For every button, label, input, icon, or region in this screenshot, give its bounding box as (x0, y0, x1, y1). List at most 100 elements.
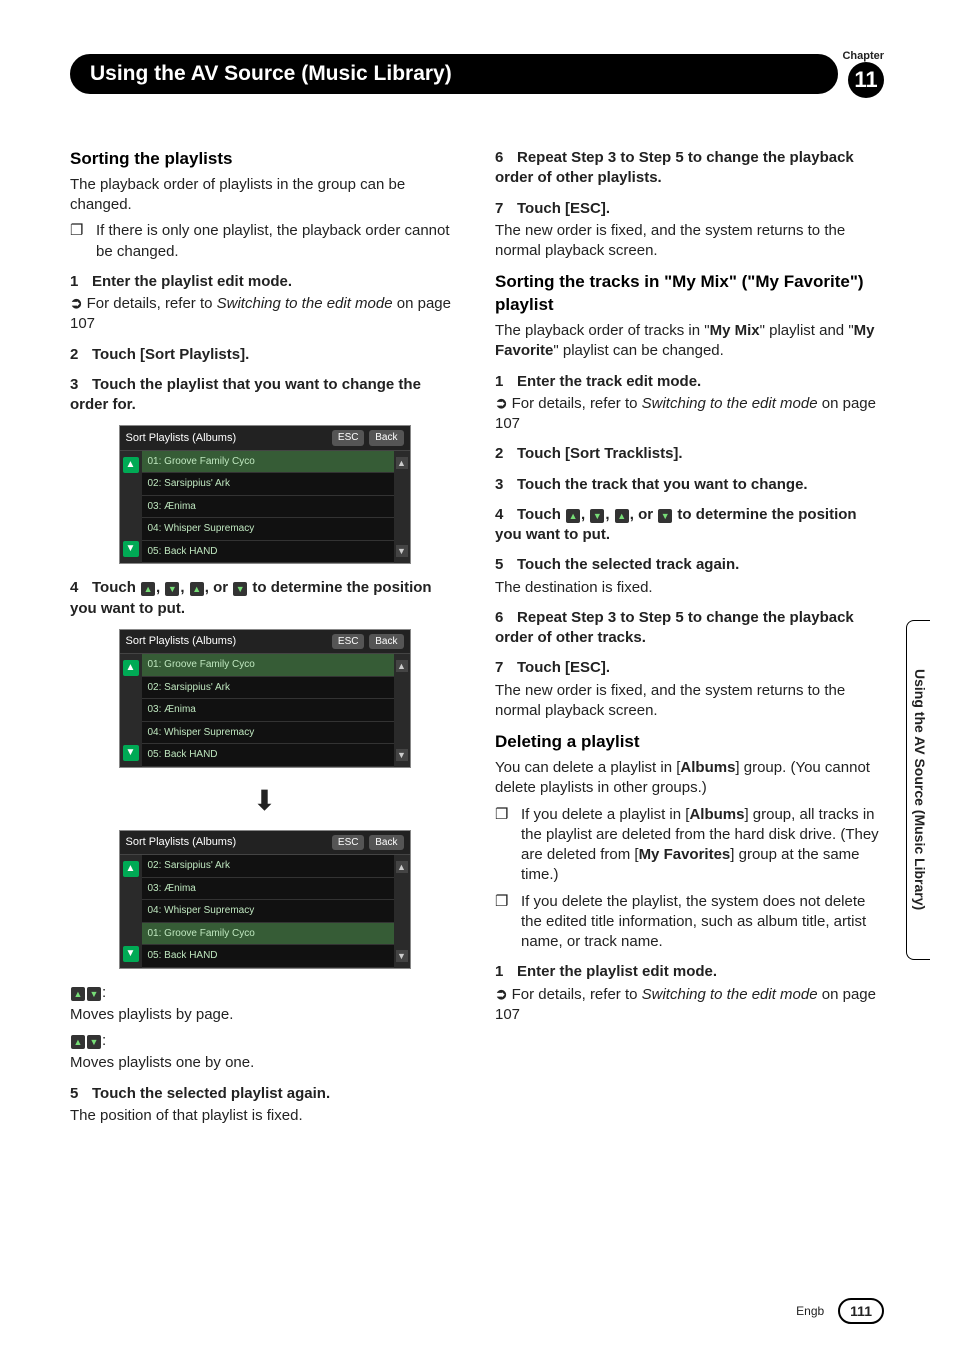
list-item[interactable]: 01: Groove Family Cyco (142, 451, 394, 474)
step-2: 2Touch [Sort Playlists]. (70, 345, 459, 365)
ref-arrow-icon: ➲ (495, 394, 508, 414)
list-item[interactable]: 04: Whisper Supremacy (142, 518, 394, 541)
page-down-icon[interactable]: ▼ (123, 946, 139, 962)
header-bar: Using the AV Source (Music Library) Chap… (70, 50, 884, 98)
ref: ➲For details, refer to Switching to the … (495, 985, 884, 1026)
list-item[interactable]: 01: Groove Family Cyco (142, 654, 394, 677)
step-4: 4Touch ▲, ▼, ▲, or ▼ to determine the po… (70, 578, 459, 619)
side-tab: Using the AV Source (Music Library) (906, 620, 930, 960)
list-item[interactable]: 01: Groove Family Cyco (142, 923, 394, 946)
ref-arrow-icon: ➲ (70, 294, 83, 314)
track-step-6: 6Repeat Step 3 to Step 5 to change the p… (495, 608, 884, 649)
step-3: 3Touch the playlist that you want to cha… (70, 375, 459, 416)
ss-title: Sort Playlists (Albums) (126, 634, 237, 649)
one-down-icon: ▼ (233, 582, 247, 596)
scroll-up-icon[interactable]: ▲ (396, 660, 408, 672)
one-down-icon: ▼ (87, 1035, 101, 1049)
text: Moves playlists one by one. (70, 1053, 459, 1073)
footer-lang: Engb (796, 1304, 824, 1318)
one-up-icon: ▲ (615, 509, 629, 523)
list-item[interactable]: 02: Sarsippius' Ark (142, 677, 394, 700)
track-step-7: 7Touch [ESC]. (495, 658, 884, 678)
list-item[interactable]: 05: Back HAND (142, 744, 394, 767)
note-icon: ❐ (495, 892, 511, 953)
icon-legend: ▲▼: (70, 983, 459, 1003)
page-title: Using the AV Source (Music Library) (90, 62, 452, 86)
note-icon: ❐ (70, 221, 86, 262)
text: The new order is fixed, and the system r… (495, 221, 884, 262)
track-step-1: 1Enter the track edit mode. (495, 372, 884, 392)
page-down-icon: ▼ (165, 582, 179, 596)
page-up-icon[interactable]: ▲ (123, 660, 139, 676)
scroll-up-icon[interactable]: ▲ (396, 861, 408, 873)
ss-esc-button[interactable]: ESC (332, 634, 365, 650)
list-item[interactable]: 05: Back HAND (142, 945, 394, 968)
scroll-up-icon[interactable]: ▲ (396, 457, 408, 469)
note: ❐ If there is only one playlist, the pla… (70, 221, 459, 262)
track-step-5: 5Touch the selected track again. (495, 555, 884, 575)
note: ❐ If you delete the playlist, the system… (495, 892, 884, 953)
step-5: 5Touch the selected playlist again. (70, 1084, 459, 1104)
ref: ➲For details, refer to Switching to the … (495, 394, 884, 435)
footer: Engb 111 (796, 1298, 884, 1324)
track-step-2: 2Touch [Sort Tracklists]. (495, 444, 884, 464)
note-text: If there is only one playlist, the playb… (96, 221, 459, 262)
page-down-icon[interactable]: ▼ (123, 541, 139, 557)
ref: ➲For details, refer to Switching to the … (70, 294, 459, 335)
page-up-icon: ▲ (141, 582, 155, 596)
text: The playback order of tracks in "My Mix"… (495, 321, 884, 362)
page-up-icon[interactable]: ▲ (123, 457, 139, 473)
ss-back-button[interactable]: Back (369, 430, 403, 446)
ss-title: Sort Playlists (Albums) (126, 835, 237, 850)
page-down-icon: ▼ (590, 509, 604, 523)
list-item[interactable]: 04: Whisper Supremacy (142, 900, 394, 923)
text: Moves playlists by page. (70, 1005, 459, 1025)
ss-esc-button[interactable]: ESC (332, 835, 365, 851)
heading-sorting-tracks: Sorting the tracks in "My Mix" ("My Favo… (495, 271, 884, 317)
note-text: If you delete a playlist in [Albums] gro… (521, 805, 884, 886)
page-number: 111 (838, 1298, 884, 1324)
track-step-3: 3Touch the track that you want to change… (495, 475, 884, 495)
page-up-icon[interactable]: ▲ (123, 861, 139, 877)
chapter-block: Chapter 11 (842, 50, 884, 98)
ref-arrow-icon: ➲ (495, 985, 508, 1005)
heading-sorting-playlists: Sorting the playlists (70, 148, 459, 171)
ss-back-button[interactable]: Back (369, 835, 403, 851)
page-down-icon: ▼ (87, 987, 101, 1001)
step-6: 6Repeat Step 3 to Step 5 to change the p… (495, 148, 884, 189)
track-step-4: 4Touch ▲, ▼, ▲, or ▼ to determine the po… (495, 505, 884, 546)
list-item[interactable]: 02: Sarsippius' Ark (142, 855, 394, 878)
note-icon: ❐ (495, 805, 511, 886)
header-title-wrap: Using the AV Source (Music Library) (70, 54, 838, 94)
list-item[interactable]: 05: Back HAND (142, 541, 394, 564)
list-item[interactable]: 03: Ænima (142, 496, 394, 519)
ss-title: Sort Playlists (Albums) (126, 431, 237, 446)
text: The new order is fixed, and the system r… (495, 681, 884, 722)
page-down-icon[interactable]: ▼ (123, 745, 139, 761)
screenshot-sort-2: Sort Playlists (Albums) ESC Back ▲ ▼ 01: … (119, 629, 411, 768)
page-up-icon: ▲ (566, 509, 580, 523)
list-item[interactable]: 04: Whisper Supremacy (142, 722, 394, 745)
step-1: 1Enter the playlist edit mode. (70, 272, 459, 292)
scroll-down-icon[interactable]: ▼ (396, 749, 408, 761)
note-text: If you delete the playlist, the system d… (521, 892, 884, 953)
down-arrow-icon: ⬇ (70, 782, 459, 820)
text: The destination is fixed. (495, 578, 884, 598)
list-item[interactable]: 03: Ænima (142, 699, 394, 722)
scroll-down-icon[interactable]: ▼ (396, 545, 408, 557)
screenshot-sort-3: Sort Playlists (Albums) ESC Back ▲ ▼ 02: … (119, 830, 411, 969)
ss-back-button[interactable]: Back (369, 634, 403, 650)
text: The position of that playlist is fixed. (70, 1106, 459, 1126)
text: You can delete a playlist in [Albums] gr… (495, 758, 884, 799)
list-item[interactable]: 02: Sarsippius' Ark (142, 473, 394, 496)
screenshot-sort-1: Sort Playlists (Albums) ESC Back ▲ ▼ 01: … (119, 425, 411, 564)
icon-legend: ▲▼: (70, 1031, 459, 1051)
ss-esc-button[interactable]: ESC (332, 430, 365, 446)
page-up-icon: ▲ (71, 987, 85, 1001)
text: The playback order of playlists in the g… (70, 175, 459, 216)
one-up-icon: ▲ (71, 1035, 85, 1049)
scroll-down-icon[interactable]: ▼ (396, 950, 408, 962)
one-down-icon: ▼ (658, 509, 672, 523)
list-item[interactable]: 03: Ænima (142, 878, 394, 901)
delete-step-1: 1Enter the playlist edit mode. (495, 962, 884, 982)
